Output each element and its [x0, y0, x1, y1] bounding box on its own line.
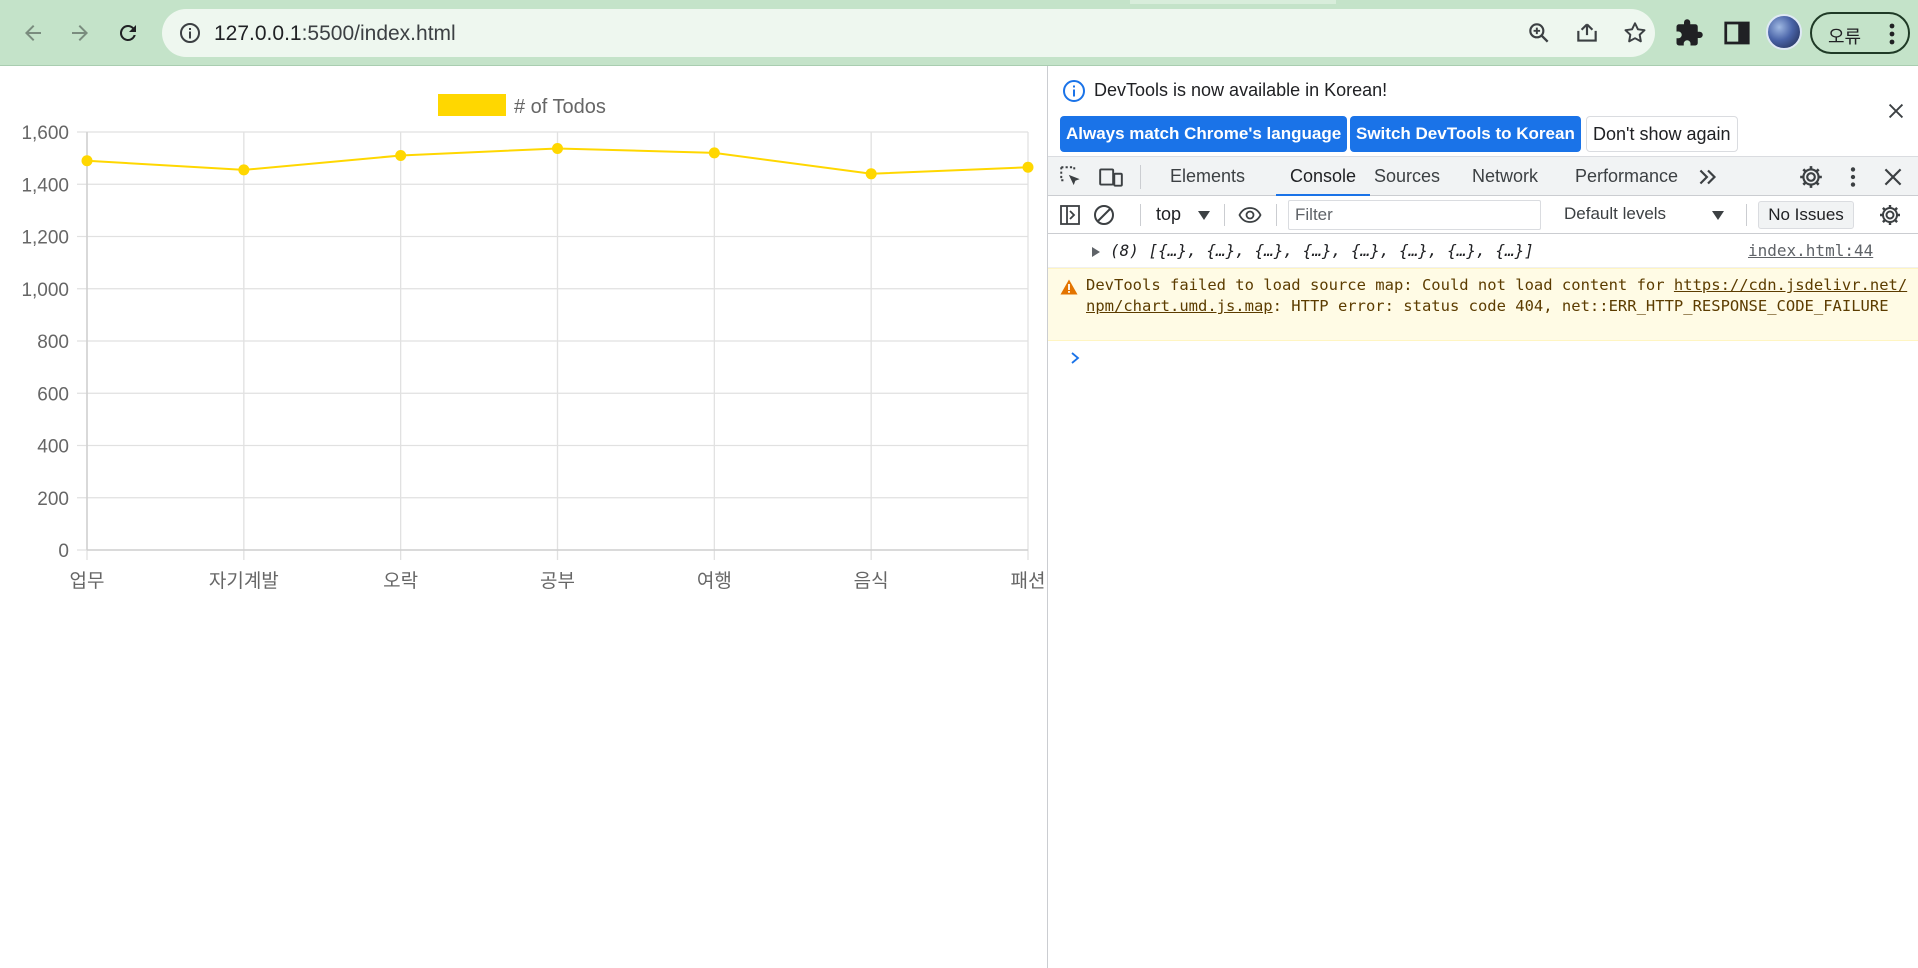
log-levels-caret-icon[interactable] — [1712, 211, 1724, 220]
back-button[interactable] — [13, 13, 53, 53]
tab-console[interactable]: Console — [1276, 157, 1371, 196]
tab-performance[interactable]: Performance — [1575, 157, 1678, 196]
x-tick-label: 여행 — [697, 570, 732, 592]
zoom-icon[interactable] — [1526, 20, 1552, 46]
switch-to-korean-button[interactable]: Switch DevTools to Korean — [1350, 116, 1581, 152]
device-toolbar-icon[interactable] — [1098, 164, 1124, 190]
reload-button[interactable] — [108, 13, 148, 53]
x-tick-label: 음식 — [854, 570, 889, 592]
side-panel-icon[interactable] — [1722, 18, 1752, 48]
settings-gear-icon[interactable] — [1798, 164, 1824, 190]
inspect-element-icon[interactable] — [1058, 164, 1084, 190]
tab-strip-edge — [1130, 0, 1336, 4]
warning-text-suffix: : HTTP error: status code 404, net::ERR_… — [1272, 297, 1889, 315]
reload-icon — [119, 24, 136, 41]
data-point — [708, 147, 720, 159]
legend-label: # of Todos — [514, 96, 606, 118]
legend-swatch — [438, 94, 506, 116]
url-text[interactable]: 127.0.0.1:5500/index.html — [214, 22, 456, 46]
data-point — [1022, 161, 1034, 173]
language-infobar: DevTools is now available in Korean! Alw… — [1048, 66, 1918, 156]
close-devtools-icon[interactable] — [1880, 164, 1906, 190]
clear-console-icon[interactable] — [1092, 203, 1116, 227]
console-bar-separator — [1276, 204, 1277, 226]
arrow-left-icon — [25, 25, 41, 41]
dont-show-again-button[interactable]: Don't show again — [1586, 116, 1738, 152]
line-chart: 0 200 400 600 800 1,000 1,200 1,400 1,600 업무 자기계발 오… — [21, 94, 1046, 592]
context-selector[interactable]: top — [1156, 204, 1181, 225]
logged-array-preview[interactable]: (8) [{…}, {…}, {…}, {…}, {…}, {…}, {…}, … — [1110, 241, 1534, 260]
address-bar[interactable]: 127.0.0.1:5500/index.html — [162, 9, 1655, 57]
data-point — [395, 150, 407, 162]
y-tick-label: 1,400 — [21, 175, 69, 196]
y-tick-label: 1,000 — [21, 280, 69, 301]
always-match-language-button[interactable]: Always match Chrome's language — [1060, 116, 1348, 152]
bookmark-star-icon[interactable] — [1622, 20, 1648, 46]
y-tick-label: 1,200 — [21, 228, 69, 249]
y-tick-label: 600 — [37, 384, 69, 405]
tab-bar-separator — [1140, 165, 1141, 189]
url-host: 127.0.0.1 — [214, 22, 302, 45]
share-icon[interactable] — [1574, 20, 1600, 46]
browser-toolbar: 127.0.0.1:5500/index.html 오류 — [0, 0, 1918, 66]
sidebar-toggle-icon[interactable] — [1058, 203, 1082, 227]
console-bar-separator — [1140, 204, 1141, 226]
live-expression-eye-icon[interactable] — [1238, 203, 1262, 227]
data-point — [865, 168, 877, 180]
y-tick-label: 400 — [37, 437, 69, 458]
console-filter-input[interactable] — [1288, 200, 1541, 230]
console-warning-message: DevTools failed to load source map: Coul… — [1048, 268, 1918, 341]
profile-error-label: 오류 — [1828, 27, 1862, 48]
close-icon[interactable] — [1885, 100, 1907, 122]
x-tick-label: 공부 — [540, 570, 575, 592]
y-tick-label: 1,600 — [21, 123, 69, 144]
console-settings-gear-icon[interactable] — [1878, 203, 1902, 227]
x-tick-label: 자기계발 — [209, 570, 279, 592]
forward-button[interactable] — [60, 13, 100, 53]
x-tick-label: 업무 — [70, 570, 105, 592]
issues-button[interactable]: No Issues — [1758, 201, 1854, 229]
info-icon — [1063, 80, 1085, 102]
page-viewport: 0 200 400 600 800 1,000 1,200 1,400 1,600 업무 자기계발 오… — [0, 66, 1047, 968]
console-bar-separator — [1746, 204, 1747, 226]
infobar-message: DevTools is now available in Korean! — [1094, 80, 1388, 100]
devtools-tab-bar: Elements Console Sources Network Perform… — [1048, 156, 1918, 196]
log-levels-dropdown[interactable]: Default levels — [1564, 204, 1666, 224]
devtools-panel: DevTools is now available in Korean! Alw… — [1047, 66, 1918, 968]
data-point — [81, 155, 93, 167]
y-tick-label: 800 — [37, 332, 69, 353]
chrome-menu-icon[interactable] — [1884, 23, 1900, 45]
warning-triangle-icon — [1060, 279, 1078, 295]
y-tick-label: 0 — [58, 541, 69, 562]
log-source-link[interactable]: index.html:44 — [1748, 241, 1873, 260]
profile-error-chip[interactable]: 오류 — [1810, 12, 1910, 54]
extensions-puzzle-icon[interactable] — [1674, 18, 1704, 48]
console-bar-separator — [1224, 204, 1225, 226]
more-tabs-chevron-icon[interactable] — [1695, 164, 1721, 190]
tab-elements[interactable]: Elements — [1170, 157, 1245, 196]
data-point — [552, 142, 563, 154]
expand-triangle-icon[interactable] — [1092, 247, 1100, 257]
console-object-log[interactable]: (8) [{…}, {…}, {…}, {…}, {…}, {…}, {…}, … — [1048, 234, 1918, 268]
tab-network[interactable]: Network — [1472, 157, 1538, 196]
data-point — [238, 164, 250, 176]
profile-avatar[interactable] — [1766, 14, 1802, 50]
context-caret-icon[interactable] — [1198, 211, 1210, 220]
customize-menu-icon[interactable] — [1840, 164, 1866, 190]
x-tick-label: 오락 — [383, 570, 418, 592]
console-toolbar: top Default levels No Issues — [1048, 196, 1918, 234]
console-prompt-chevron-icon[interactable] — [1070, 352, 1080, 364]
x-tick-label: 패션 — [1011, 570, 1046, 592]
url-path: :5500/index.html — [301, 22, 456, 45]
tab-sources[interactable]: Sources — [1374, 157, 1440, 196]
arrow-right-icon — [72, 25, 88, 41]
site-info-icon[interactable] — [178, 21, 202, 45]
warning-text: DevTools failed to load source map: Coul… — [1086, 275, 1908, 317]
y-tick-label: 200 — [37, 489, 69, 510]
warning-text-prefix: DevTools failed to load source map: Coul… — [1086, 276, 1674, 294]
